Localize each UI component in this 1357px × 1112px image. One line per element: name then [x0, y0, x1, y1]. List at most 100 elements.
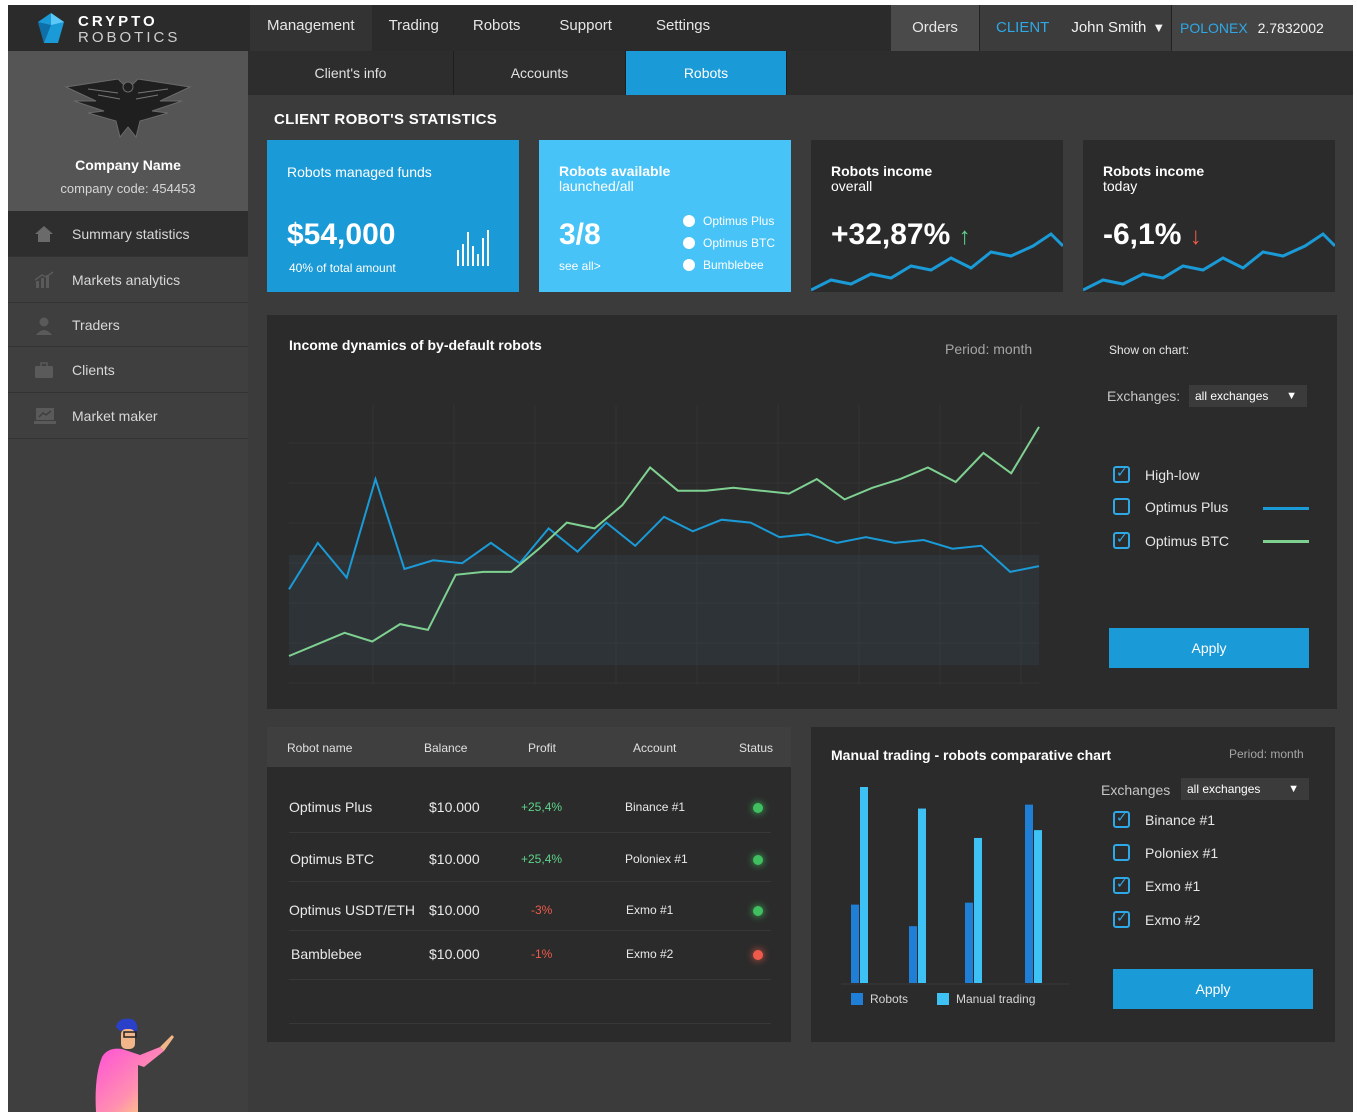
option-optimus-plus[interactable]: Optimus Plus [1113, 498, 1228, 515]
chart-icon [34, 271, 54, 288]
table-row[interactable]: Optimus USDT/ETH $10.000 -3% Exmo #1 [289, 882, 771, 931]
orders-button[interactable]: Orders [891, 5, 979, 51]
caret-down-icon: ▼ [1152, 20, 1166, 35]
option-poloniex[interactable]: Poloniex #1 [1113, 844, 1218, 861]
card-income-overall: Robots income overall +32,87% ↑ [811, 140, 1063, 292]
exchanges-select-value: all exchanges [1195, 389, 1269, 403]
bar-robots [909, 926, 917, 983]
option-label: Optimus Plus [1145, 498, 1229, 515]
sidebar-item-traders[interactable]: Traders [8, 303, 248, 347]
tab-robots[interactable]: Robots [626, 51, 787, 95]
legend-swatch [937, 993, 949, 1005]
apply-button[interactable]: Apply [1113, 969, 1313, 1009]
apply-button[interactable]: Apply [1109, 628, 1309, 668]
card-title: Robots managed funds [287, 164, 432, 180]
cell-robot-name: Bamblebee [291, 946, 362, 962]
dot-icon [683, 215, 695, 227]
sidebar-item-market-maker[interactable]: Market maker [8, 393, 248, 439]
show-on-chart-label: Show on chart: [1109, 343, 1190, 357]
exchanges-label: Exchanges: [1107, 388, 1181, 404]
sidebar-item-clients[interactable]: Clients [8, 347, 248, 393]
checkbox-unchecked[interactable] [1113, 498, 1130, 515]
exchange-label: POLONEX [1180, 20, 1248, 36]
brand-line-1: CRYPTO [78, 13, 158, 30]
legend-label: Manual trading [956, 992, 1036, 1006]
top-right-area: Orders CLIENT John Smith ▼ POLONEX 2.783… [891, 5, 1353, 82]
home-icon [35, 226, 53, 242]
comparative-chart-panel: Manual trading - robots comparative char… [811, 727, 1335, 1042]
sidebar-item-markets[interactable]: Markets analytics [8, 257, 248, 303]
table-header: Robot name Balance Profit Account Status [267, 727, 791, 767]
tab-clients-info[interactable]: Client's info [248, 51, 454, 95]
robot-list-item: Optimus BTC [683, 232, 775, 254]
table-row[interactable]: Bamblebee $10.000 -1% Exmo #2 [289, 931, 771, 980]
sparkline [811, 232, 1063, 292]
person-illustration [95, 1018, 174, 1112]
client-name: John Smith [1071, 19, 1147, 36]
nav-support[interactable]: Support [537, 5, 634, 51]
table-row[interactable]: Optimus BTC $10.000 +25,4% Poloniex #1 [289, 833, 771, 882]
nav-trading[interactable]: Trading [372, 5, 456, 51]
bar-robots [851, 904, 859, 983]
briefcase-icon [35, 362, 53, 378]
robots-table-panel: Robot name Balance Profit Account Status… [267, 727, 791, 1042]
cell-balance: $10.000 [429, 946, 480, 962]
status-active-icon [753, 906, 763, 916]
card-managed-funds: Robots managed funds $54,000 40% of tota… [267, 140, 519, 292]
cell-profit: +25,4% [521, 852, 563, 866]
checkbox-checked[interactable] [1113, 875, 1130, 894]
eagle-logo-icon [64, 78, 192, 139]
sidebar: Company Name company code: 454453 Summar… [8, 51, 248, 1112]
card-subtitle: today [1103, 178, 1138, 194]
income-chart-panel: Income dynamics of by-default robots Per… [267, 315, 1337, 709]
card-income-today: Robots income today -6,1% ↓ [1083, 140, 1335, 292]
checkbox-checked[interactable] [1113, 909, 1130, 928]
bar-robots [1025, 804, 1033, 983]
sidebar-item-label: Market maker [72, 408, 158, 424]
option-label: Exmo #1 [1145, 877, 1201, 894]
tab-accounts[interactable]: Accounts [454, 51, 626, 95]
cell-robot-name: Optimus BTC [290, 851, 375, 867]
bar-manual-trading [860, 787, 868, 983]
option-label: High-low [1145, 466, 1200, 483]
cell-robot-name: Optimus USDT/ETH [289, 902, 416, 918]
sidebar-item-summary[interactable]: Summary statistics [8, 211, 248, 257]
client-selector[interactable]: CLIENT John Smith ▼ [979, 5, 1171, 51]
nav-management[interactable]: Management [250, 5, 372, 51]
sidebar-item-label: Traders [72, 317, 120, 333]
checkbox-unchecked[interactable] [1113, 844, 1130, 861]
option-label: Poloniex #1 [1145, 844, 1219, 861]
income-line-chart [288, 405, 1040, 685]
legend-swatch [851, 993, 863, 1005]
option-exmo-1[interactable]: Exmo #1 [1113, 875, 1201, 894]
see-all-link[interactable]: see all> [559, 259, 601, 273]
option-binance[interactable]: Binance #1 [1113, 809, 1215, 828]
option-optimus-btc[interactable]: Optimus BTC [1113, 530, 1229, 549]
robot-name: Optimus BTC [703, 236, 776, 250]
company-profile: Company Name company code: 454453 [8, 51, 248, 211]
card-subtitle: launched/all [559, 178, 634, 194]
cell-balance: $10.000 [429, 851, 480, 867]
checkbox-checked[interactable] [1113, 809, 1130, 828]
option-exmo-2[interactable]: Exmo #2 [1113, 909, 1200, 928]
logo[interactable]: CRYPTO ROBOTICS [38, 11, 208, 46]
app-window: CRYPTO ROBOTICS Management Trading Robot… [8, 5, 1353, 1112]
bar-manual-trading [974, 837, 982, 983]
bar-manual-trading [918, 808, 926, 983]
nav-settings[interactable]: Settings [634, 5, 727, 51]
option-high-low[interactable]: High-low [1113, 464, 1200, 483]
card-title: Robots income [831, 163, 933, 179]
table-row[interactable]: Optimus Plus $10.000 +25,4% Binance #1 [289, 783, 771, 833]
legend-label: Robots [870, 992, 909, 1006]
sidebar-item-label: Markets analytics [72, 272, 181, 288]
checkbox-checked[interactable] [1113, 530, 1130, 549]
legend-robots: Robots [851, 992, 908, 1006]
col-account: Account [633, 741, 677, 755]
checkbox-checked[interactable] [1113, 464, 1130, 483]
exchanges-select[interactable]: all exchanges ▼ [1189, 385, 1307, 407]
bar-manual-trading [1034, 830, 1042, 983]
exchanges-select[interactable]: all exchanges ▼ [1181, 778, 1309, 800]
series-key-optimus-btc [1263, 540, 1309, 543]
cell-account: Binance #1 [625, 800, 686, 814]
nav-robots[interactable]: Robots [456, 5, 538, 51]
